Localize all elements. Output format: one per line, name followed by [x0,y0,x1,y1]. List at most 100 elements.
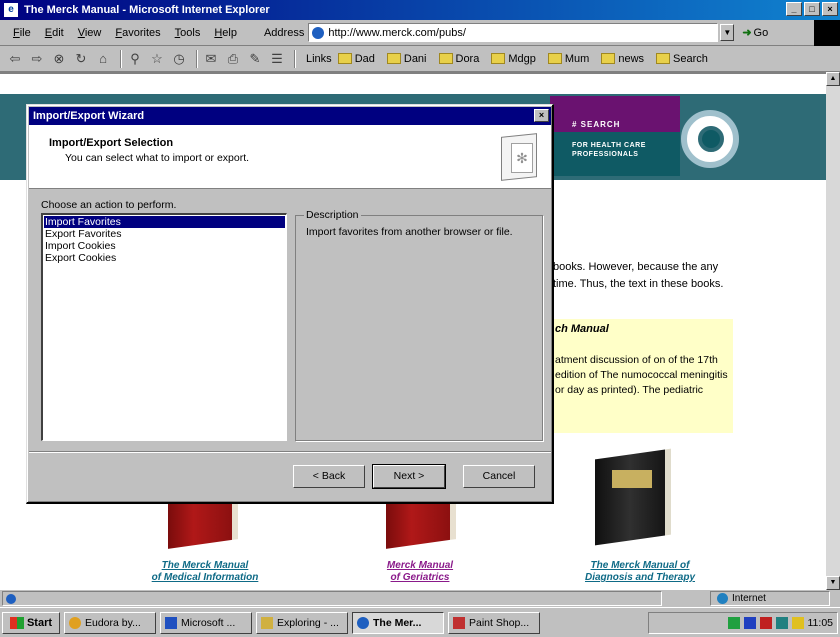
address-input[interactable]: http://www.merck.com/pubs/ [308,23,719,42]
folder-icon [656,53,671,64]
book-link-geriatrics[interactable]: Merck Manual of Geriatrics [365,560,475,584]
tray-scheduler-icon[interactable] [791,617,804,629]
choose-action-label: Choose an action to perform. [41,199,177,211]
history-icon[interactable]: ◷ [170,50,188,68]
dialog-close-button[interactable]: × [534,109,549,122]
task-exploring[interactable]: Exploring - ... [256,611,348,634]
link-search[interactable]: Search [656,53,708,65]
action-listbox[interactable]: Import Favorites Export Favorites Import… [41,213,287,441]
dialog-divider [29,451,551,453]
toolbar: ⇦ ⇨ ⊗ ↻ ⌂ ⚲ ☆ ◷ ✉ ⎙ ✎ ☰ Links Dad Dani D… [0,46,840,72]
favorites-icon[interactable]: ☆ [148,50,166,68]
ie-icon [357,616,369,629]
address-dropdown-button[interactable]: ▼ [720,24,735,41]
menu-view[interactable]: View [71,27,109,39]
tray-speaker-icon[interactable] [775,617,788,629]
security-zone-panel: Internet [710,591,830,606]
menu-tools[interactable]: Tools [168,27,208,39]
folder-icon [601,53,616,64]
book-caption-line: The Merck Manual [161,560,249,571]
discuss-icon[interactable]: ☰ [268,50,286,68]
book-caption-line: of Geriatrics [390,572,450,583]
link-mdgp[interactable]: Mdgp [491,53,536,65]
windows-logo-icon [814,20,840,46]
refresh-icon[interactable]: ↻ [72,50,90,68]
explorer-folder-icon [261,616,273,629]
toolbar-separator [120,49,122,68]
forward-icon[interactable]: ⇨ [28,50,46,68]
folder-icon [438,53,453,64]
go-button[interactable]: ➜ Go [742,26,768,40]
task-label: Eudora by... [85,616,141,629]
book-caption-line: Merck Manual [386,560,454,571]
zone-label: Internet [732,593,766,604]
link-dani[interactable]: Dani [386,52,427,65]
tray-network-icon[interactable] [727,617,740,629]
link-mum[interactable]: Mum [547,53,589,65]
list-item-import-cookies[interactable]: Import Cookies [44,240,285,252]
link-dad[interactable]: Dad [337,53,375,65]
book-cover-diagnosis-therapy[interactable] [595,448,671,546]
menu-edit[interactable]: Edit [38,27,71,39]
start-label: Start [26,616,53,629]
next-button[interactable]: Next > [372,464,446,489]
task-label: Paint Shop... [469,616,530,629]
page-icon [312,26,325,39]
edit-icon[interactable]: ✎ [246,50,264,68]
notice-title: ch Manual [555,323,609,335]
dialog-title: Import/Export Wizard [33,110,145,122]
menu-favorites[interactable]: Favorites [108,27,167,39]
go-arrow-icon: ➜ [742,27,752,39]
task-label: Exploring - ... [277,616,339,629]
link-label: Dani [403,52,427,65]
cancel-button[interactable]: Cancel [463,465,535,488]
task-eudora[interactable]: Eudora by... [64,611,156,634]
back-button[interactable]: < Back [293,465,365,488]
description-text: Import favorites from another browser or… [306,226,513,238]
tray-monitor-icon[interactable] [743,617,756,629]
task-paint-shop[interactable]: Paint Shop... [448,611,540,634]
link-label: news [618,52,645,65]
scroll-down-icon[interactable]: ▼ [826,576,840,590]
dialog-heading: Import/Export Selection [49,137,174,149]
scroll-up-icon[interactable]: ▲ [826,72,840,86]
menu-bar: File Edit View Favorites Tools Help Addr… [0,20,840,46]
book-caption-line: The Merck Manual of [590,560,690,571]
vertical-scrollbar[interactable]: ▲ ▼ [826,72,840,590]
book-link-diagnosis-therapy[interactable]: The Merck Manual of Diagnosis and Therap… [555,560,725,584]
mail-icon[interactable]: ✉ [202,50,220,68]
close-window-button[interactable]: × [822,2,838,16]
list-item-export-cookies[interactable]: Export Cookies [44,252,285,264]
back-icon[interactable]: ⇦ [6,50,24,68]
start-button[interactable]: Start [2,611,60,634]
list-item-import-favorites[interactable]: Import Favorites [44,216,285,228]
print-icon[interactable]: ⎙ [224,50,242,68]
link-news[interactable]: news [601,53,644,65]
search-icon[interactable]: ⚲ [126,50,144,68]
nav-search-link[interactable]: # SEARCH [572,120,620,129]
minimize-button[interactable]: _ [786,2,802,16]
merck-logo-core [698,126,724,152]
address-url: http://www.merck.com/pubs/ [328,26,466,39]
menu-file[interactable]: File [6,27,38,39]
tray-antivirus-icon[interactable] [759,617,772,629]
task-merck-manual[interactable]: The Mer... [352,611,444,634]
task-label: Microsoft ... [181,616,236,629]
notice-text: atment discussion of on of the 17th edit… [555,354,728,396]
link-label: Mdgp [508,52,536,65]
maximize-button[interactable]: □ [804,2,820,16]
menu-help[interactable]: Help [207,27,244,39]
clock[interactable]: 11:05 [808,617,834,629]
list-item-export-favorites[interactable]: Export Favorites [44,228,285,240]
task-microsoft[interactable]: Microsoft ... [160,611,252,634]
windows-flag-icon [9,616,24,629]
home-icon[interactable]: ⌂ [94,50,112,68]
stop-icon[interactable]: ⊗ [50,50,68,68]
folder-icon [337,53,352,64]
nav-hcp-link[interactable]: FOR HEALTH CARE PROFESSIONALS [572,141,662,159]
window-titlebar[interactable]: e The Merck Manual - Microsoft Internet … [0,0,840,20]
book-link-medical-information[interactable]: The Merck Manual of Medical Information [135,560,275,584]
link-dora[interactable]: Dora [438,53,479,65]
dialog-titlebar[interactable]: Import/Export Wizard × [29,107,551,125]
eudora-icon [69,616,81,629]
